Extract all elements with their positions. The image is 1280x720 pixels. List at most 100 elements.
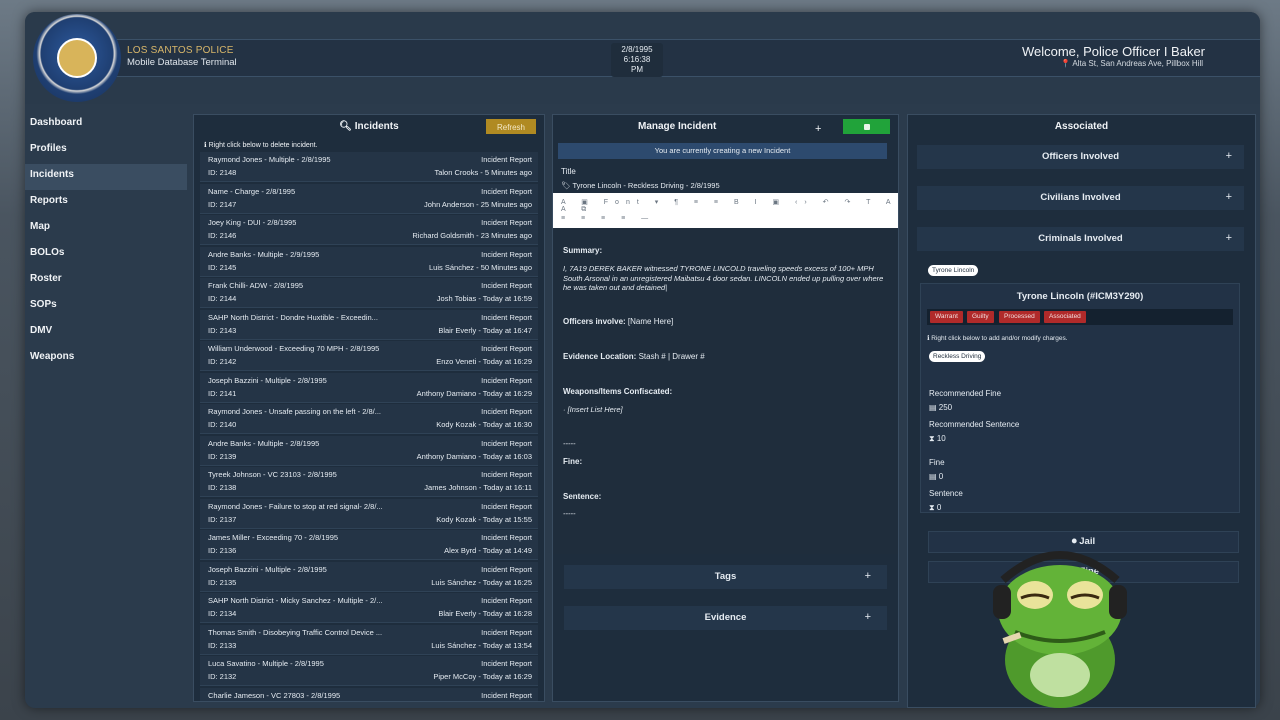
- editor-toolbar[interactable]: A ▣ Font ▾ ¶ ≡ ≡ B I ▣ ‹› ↶ ↷ T A A ⧉ ≡ …: [553, 193, 898, 228]
- incident-editor[interactable]: Summary: I, 7A19 DEREK BAKER witnessed T…: [553, 228, 898, 554]
- add-criminal-button[interactable]: +: [1226, 232, 1232, 244]
- incident-row[interactable]: Frank Chilli- ADW - 2/8/1995 ID: 2144 Inci…: [200, 278, 538, 308]
- incident-type: Incident Report: [481, 375, 532, 385]
- incident-row[interactable]: Thomas Smith - Disobeying Traffic Contro…: [200, 624, 538, 655]
- incident-id: ID: 2136: [208, 546, 237, 555]
- incident-meta: Blair Everly - Today at 16:47: [438, 325, 532, 335]
- weapons-value: · [Insert List Here]: [563, 405, 623, 414]
- sidebar-item-weapons[interactable]: Weapons: [25, 346, 187, 372]
- incident-list[interactable]: Raymond Jones - Multiple - 2/8/1995 ID: 2…: [194, 152, 544, 701]
- sidebar-item-roster[interactable]: Roster: [25, 268, 187, 294]
- incident-row[interactable]: Joey King - DUI - 2/8/1995 ID: 2146 Incide…: [200, 215, 538, 245]
- incident-title: William Underwood - Exceeding 70 MPH - 2…: [208, 344, 380, 353]
- sentence-label: Sentence: [929, 489, 963, 498]
- incident-id: ID: 2137: [208, 514, 237, 524]
- incident-title: Luca Savatino - Multiple - 2/8/1995: [208, 659, 324, 668]
- processed-tag[interactable]: Processed: [999, 311, 1040, 323]
- sidebar-item-incidents[interactable]: Incidents: [25, 164, 187, 190]
- sidebar-item-dmv[interactable]: DMV: [25, 320, 187, 346]
- incident-type: Incident Report: [481, 533, 532, 542]
- toolbar-row-2[interactable]: ≡ ≡ ≡ ≡ —: [561, 215, 655, 222]
- sidebar-item-map[interactable]: Map: [25, 216, 187, 242]
- add-evidence-button[interactable]: +: [865, 611, 871, 623]
- search-icon[interactable]: 🔍︎: [339, 121, 352, 132]
- incident-title: Charlie Jameson - VC 27803 - 2/8/1995: [208, 690, 341, 700]
- info-icon: ℹ: [927, 335, 930, 342]
- weapons-label: Weapons/Items Confiscated:: [563, 387, 673, 396]
- incident-row[interactable]: SAHP North District - Dondre Huxtible - …: [200, 309, 538, 340]
- sentence-field[interactable]: ⧗ 0: [929, 503, 941, 513]
- money-icon: ▤: [929, 472, 939, 481]
- incident-type: Incident Report: [481, 501, 532, 511]
- toolbar-row-1[interactable]: A ▣ Font ▾ ¶ ≡ ≡ B I ▣ ‹› ↶ ↷ T A A ⧉: [561, 198, 898, 214]
- incident-row[interactable]: Joseph Bazzini - Multiple - 2/8/1995 ID: …: [200, 561, 538, 592]
- hourglass-icon: ⧗: [929, 503, 937, 512]
- add-officer-button[interactable]: +: [1226, 150, 1232, 162]
- sidebar-item-sops[interactable]: SOPs: [25, 294, 187, 320]
- incident-row[interactable]: Tyreek Johnson - VC 23103 - 2/8/1995 ID: …: [200, 467, 538, 497]
- add-tag-button[interactable]: +: [865, 570, 871, 582]
- incident-row[interactable]: Andre Banks - Multiple - 2/8/1995 ID: 213…: [200, 435, 538, 466]
- incident-title: Name - Charge - 2/8/1995: [208, 186, 296, 196]
- civilians-involved-section[interactable]: Civilians Involved +: [917, 186, 1244, 210]
- incident-title: Frank Chilli- ADW - 2/8/1995: [208, 281, 304, 290]
- incident-row[interactable]: Charlie Jameson - VC 27803 - 2/8/1995ID:…: [200, 687, 538, 701]
- incident-title: Raymond Jones - Multiple - 2/8/1995: [208, 155, 331, 164]
- incident-row[interactable]: Raymond Jones - Failure to stop at red s…: [200, 498, 538, 529]
- sidebar-item-bolos[interactable]: BOLOs: [25, 242, 187, 268]
- incident-meta: John Anderson - 25 Minutes ago: [424, 199, 532, 209]
- sidebar-item-dashboard[interactable]: Dashboard: [25, 112, 187, 138]
- header: LOS SANTOS POLICE Mobile Database Termin…: [25, 12, 1260, 104]
- incident-type: Incident Report: [481, 344, 532, 353]
- sidebar-item-reports[interactable]: Reports: [25, 190, 187, 216]
- new-incident-plus-button[interactable]: +: [815, 123, 821, 135]
- incident-type: Incident Report: [481, 249, 532, 259]
- incident-meta: James Johnson - Today at 16:11: [424, 483, 532, 492]
- guilty-tag[interactable]: Guilty: [967, 311, 994, 323]
- incident-type: Incident Report: [481, 407, 532, 416]
- add-civilian-button[interactable]: +: [1226, 191, 1232, 203]
- title-label: Title: [561, 167, 576, 176]
- incident-id: ID: 2142: [208, 357, 237, 366]
- title-input[interactable]: 🏷 Tyrone Lincoln - Reckless Driving - 2/…: [561, 181, 720, 190]
- incident-type: Incident Report: [481, 218, 532, 227]
- associated-tag[interactable]: Associated: [1044, 311, 1086, 323]
- criminal-chip[interactable]: Tyrone Lincoln: [928, 265, 979, 276]
- incident-id: ID: 2133: [208, 640, 237, 650]
- incidents-title-label: Incidents: [354, 121, 399, 132]
- rec-fine-field[interactable]: ▤ 250: [929, 403, 952, 412]
- incident-id: ID: 2145: [208, 262, 237, 272]
- incident-row[interactable]: William Underwood - Exceeding 70 MPH - 2…: [200, 341, 538, 371]
- incident-row[interactable]: Joseph Bazzini - Multiple - 2/8/1995 ID: …: [200, 372, 538, 403]
- rec-sentence-value: 10: [936, 434, 946, 443]
- hourglass-icon: ⧗: [929, 434, 937, 443]
- incident-row[interactable]: Raymond Jones - Multiple - 2/8/1995 ID: 2…: [200, 152, 538, 182]
- incident-meta: Blair Everly - Today at 16:28: [438, 609, 532, 618]
- incident-meta: Kody Kozak - Today at 15:55: [436, 514, 532, 524]
- incident-title: SAHP North District - Dondre Huxtible - …: [208, 312, 378, 322]
- location-pin-icon: 📍: [1060, 59, 1071, 68]
- incident-row[interactable]: Raymond Jones - Unsafe passing on the le…: [200, 404, 538, 434]
- officers-involved-section[interactable]: Officers Involved +: [917, 145, 1244, 169]
- charge-chip[interactable]: Reckless Driving: [929, 351, 986, 362]
- sidebar-item-profiles[interactable]: Profiles: [25, 138, 187, 164]
- creating-notice: You are currently creating a new Inciden…: [558, 143, 887, 159]
- fine-label: Fine: [929, 458, 945, 467]
- criminal-name: Tyrone Lincoln (#ICM3Y290): [1016, 291, 1144, 302]
- evidence-section[interactable]: Evidence +: [564, 606, 887, 630]
- fine-field[interactable]: ▤ 0: [929, 472, 943, 481]
- tags-section[interactable]: Tags +: [564, 565, 887, 589]
- warrant-tag[interactable]: Warrant: [930, 311, 963, 323]
- incident-row[interactable]: SAHP North District - Micky Sanchez - Mu…: [200, 593, 538, 623]
- save-incident-button[interactable]: [843, 119, 890, 134]
- refresh-button[interactable]: Refresh: [486, 119, 536, 134]
- incident-row[interactable]: Andre Banks - Multiple - 2/9/1995 ID: 214…: [200, 246, 538, 277]
- incident-row[interactable]: James Miller - Exceeding 70 - 2/8/1995 ID…: [200, 530, 538, 560]
- incident-row[interactable]: Name - Charge - 2/8/1995 ID: 2147 Incident…: [200, 183, 538, 214]
- incident-type: Incident Report: [481, 659, 532, 668]
- incident-type: Incident Report: [481, 690, 532, 700]
- rec-sentence-field[interactable]: ⧗ 10: [929, 434, 946, 444]
- incident-title: Raymond Jones - Failure to stop at red s…: [208, 501, 383, 511]
- incident-row[interactable]: Luca Savatino - Multiple - 2/8/1995 ID: 2…: [200, 656, 538, 686]
- criminals-involved-section[interactable]: Criminals Involved +: [917, 227, 1244, 251]
